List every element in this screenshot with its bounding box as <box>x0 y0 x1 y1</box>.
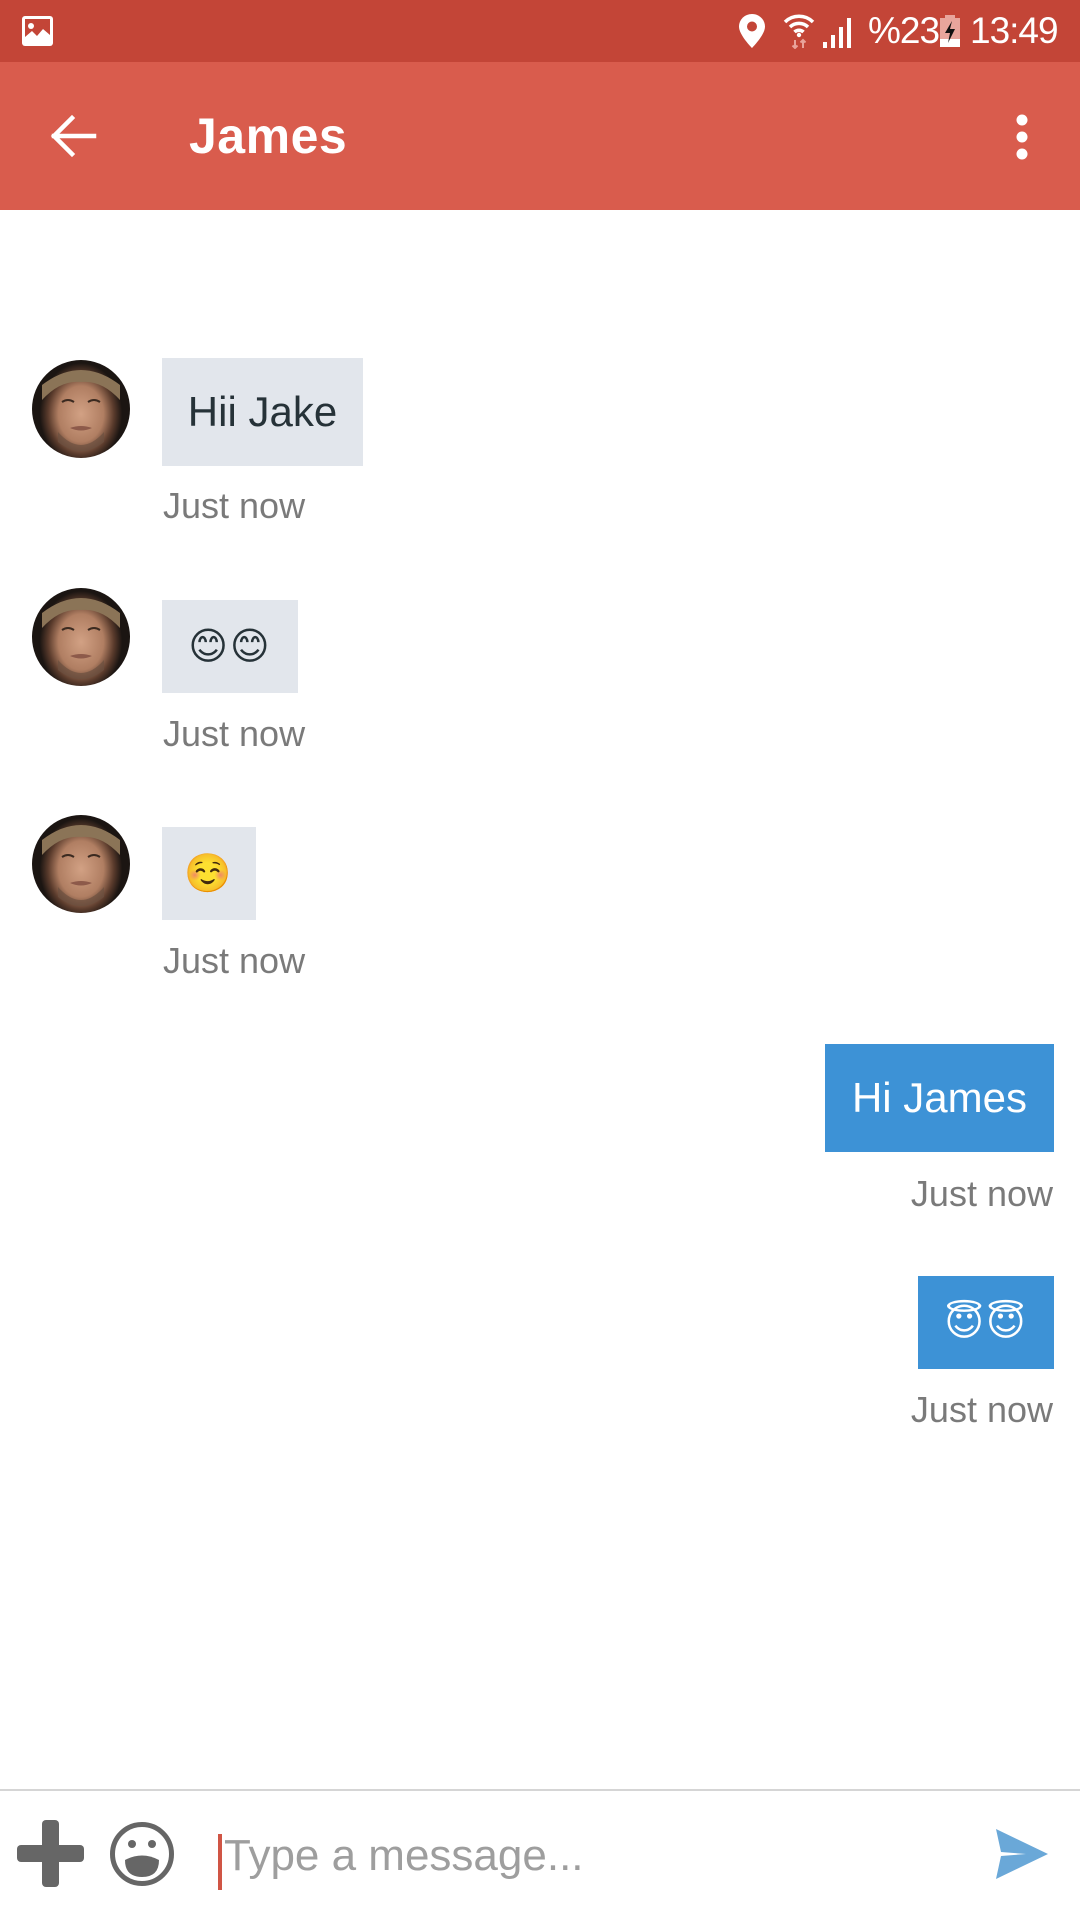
location-icon <box>739 14 765 48</box>
message-emoji: ☺️ <box>184 852 234 895</box>
composer-divider <box>0 1789 1080 1791</box>
send-icon[interactable] <box>996 1829 1048 1879</box>
wifi-icon <box>783 14 815 49</box>
message-text: Hii Jake <box>187 388 338 435</box>
avatar[interactable] <box>32 360 130 458</box>
battery-charging-icon <box>940 15 960 47</box>
message-timestamp: Just now <box>163 713 306 754</box>
status-time: 13:49 <box>970 10 1059 51</box>
text-caret <box>218 1834 222 1890</box>
conversation-title: James <box>189 108 348 164</box>
message-timestamp: Just now <box>910 1173 1053 1214</box>
cell-signal-icon <box>823 18 851 48</box>
message-bubble[interactable]: 😊😊 <box>162 600 298 693</box>
more-vert-icon[interactable] <box>1008 112 1036 164</box>
message-bubble[interactable]: ☺️ <box>162 827 256 920</box>
avatar[interactable] <box>32 588 130 686</box>
image-notification-icon <box>22 16 53 46</box>
message-emoji: 😊😊 <box>188 625 272 668</box>
arrow-left-icon[interactable] <box>48 113 98 159</box>
app-bar: James <box>0 62 1080 210</box>
message-timestamp: Just now <box>910 1389 1053 1430</box>
avatar[interactable] <box>32 815 130 913</box>
message-timestamp: Just now <box>163 940 306 981</box>
battery-percent: %23 <box>868 10 940 51</box>
message-text: Hi James <box>851 1074 1028 1121</box>
status-bar: %23 13:49 <box>0 0 1080 62</box>
message-timestamp: Just now <box>163 485 306 526</box>
message-emoji: 😇😇 <box>944 1301 1028 1344</box>
message-bubble[interactable]: 😇😇 <box>918 1276 1054 1369</box>
avatar-face-icon <box>42 825 120 906</box>
emoji-icon[interactable] <box>109 1821 175 1887</box>
plus-icon[interactable] <box>17 1820 84 1887</box>
avatar-face-icon <box>42 370 120 451</box>
message-input[interactable] <box>218 1826 958 1886</box>
message-bubble[interactable]: Hi James <box>825 1044 1054 1152</box>
avatar-face-icon <box>42 598 120 679</box>
message-bubble[interactable]: Hii Jake <box>162 358 363 466</box>
